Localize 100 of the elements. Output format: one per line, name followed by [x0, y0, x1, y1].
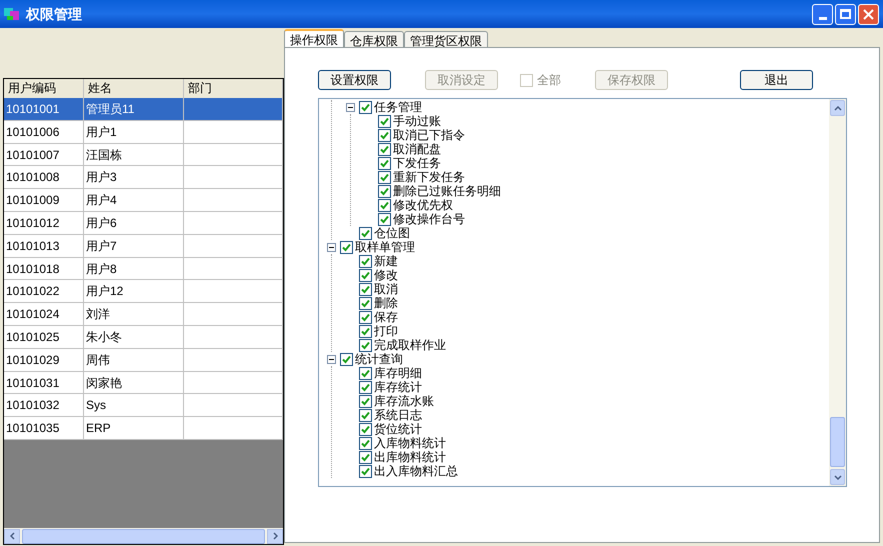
minimize-button[interactable] — [812, 4, 833, 24]
table-cell: 管理员11 — [86, 102, 134, 116]
checkbox[interactable] — [359, 226, 372, 240]
table-cell: 用户3 — [86, 170, 117, 184]
checkbox[interactable] — [359, 366, 372, 380]
tree-item[interactable]: 修改优先权 — [393, 198, 453, 212]
collapse-icon[interactable] — [327, 242, 336, 252]
checkbox[interactable] — [359, 296, 372, 310]
checkbox[interactable] — [359, 268, 372, 282]
checkbox[interactable] — [359, 338, 372, 352]
table-row[interactable]: 10101007 汪国栋 — [4, 144, 283, 166]
table-row[interactable]: 10101013 用户7 — [4, 234, 283, 258]
table-row[interactable]: 10101035 ERP — [4, 417, 283, 440]
checkbox[interactable] — [378, 142, 391, 156]
tree-item[interactable]: 任务管理 — [374, 100, 422, 114]
tree-item[interactable]: 取消已下指令 — [393, 128, 465, 142]
scroll-down-icon[interactable] — [830, 469, 845, 485]
tree-item[interactable]: 取样单管理 — [355, 240, 415, 254]
checkbox[interactable] — [359, 254, 372, 268]
table-cell: 汪国栋 — [86, 148, 122, 162]
checkbox[interactable] — [359, 310, 372, 324]
table-row[interactable]: 10101008 用户3 — [4, 166, 283, 190]
checkbox[interactable] — [378, 198, 391, 212]
tree-item[interactable]: 库存明细 — [374, 366, 422, 380]
tree-item[interactable]: 修改 — [374, 268, 398, 282]
table-row[interactable]: 10101012 用户6 — [4, 212, 283, 235]
tree-item[interactable]: 货位统计 — [374, 422, 422, 436]
tree-item[interactable]: 删除已过账任务明细 — [393, 184, 501, 198]
table-row[interactable]: 10101022 用户12 — [4, 280, 283, 304]
table-row[interactable]: 10101001 管理员11 — [4, 98, 283, 121]
checkbox[interactable] — [340, 352, 353, 366]
tree-item[interactable]: 下发任务 — [393, 156, 441, 170]
tree-item[interactable]: 系统日志 — [374, 408, 422, 422]
scrollbar-thumb[interactable] — [22, 528, 265, 544]
checkbox[interactable] — [378, 114, 391, 128]
tree-item[interactable]: 删除 — [374, 296, 398, 310]
tab[interactable]: 操作权限 — [284, 29, 344, 47]
tree-item[interactable]: 仓位图 — [374, 226, 410, 240]
scroll-left-icon[interactable] — [4, 528, 20, 544]
checkbox[interactable] — [359, 100, 372, 114]
table-cell: 10101009 — [6, 193, 60, 208]
table-row[interactable]: 10101029 周伟 — [4, 348, 283, 372]
tree-item[interactable]: 取消 — [374, 282, 398, 296]
checkbox[interactable] — [359, 324, 372, 338]
horizontal-scrollbar[interactable] — [4, 528, 283, 544]
checkbox[interactable] — [359, 380, 372, 394]
table-row[interactable]: 10101031 闵家艳 — [4, 372, 283, 394]
toolbar-button[interactable]: 设置权限 — [318, 70, 391, 90]
checkbox[interactable] — [378, 128, 391, 142]
tree-item[interactable]: 手动过账 — [393, 114, 441, 128]
table-cell: 用户8 — [86, 262, 117, 276]
tab[interactable]: 管理货区权限 — [404, 31, 488, 47]
checkbox[interactable] — [359, 394, 372, 408]
tree-item[interactable]: 入库物料统计 — [374, 436, 446, 450]
toolbar-button[interactable]: 退出 — [740, 70, 813, 90]
table-row[interactable]: 10101024 刘洋 — [4, 303, 283, 326]
vertical-scrollbar[interactable] — [829, 99, 846, 486]
tree-item[interactable]: 出库物料统计 — [374, 450, 446, 464]
checkbox[interactable] — [340, 240, 353, 254]
tree-item[interactable]: 库存统计 — [374, 380, 422, 394]
table-cell: 用户4 — [86, 193, 117, 208]
checkbox[interactable] — [359, 282, 372, 296]
checkbox[interactable] — [359, 436, 372, 450]
checkbox[interactable] — [378, 212, 391, 226]
app-icon — [4, 7, 20, 21]
collapse-icon[interactable] — [327, 354, 336, 364]
checkbox[interactable] — [359, 464, 372, 478]
checkbox[interactable] — [378, 156, 391, 170]
checkbox[interactable] — [359, 450, 372, 464]
checkbox[interactable] — [359, 408, 372, 422]
close-button[interactable] — [858, 4, 879, 24]
table-row[interactable]: 10101006 用户1 — [4, 120, 283, 144]
tree-item[interactable]: 打印 — [374, 324, 398, 338]
scroll-right-icon[interactable] — [267, 528, 283, 544]
tree-item[interactable]: 新建 — [374, 254, 398, 268]
checkbox-label: 全部 — [537, 72, 561, 89]
table-row[interactable]: 10101025 朱小冬 — [4, 326, 283, 349]
tree-item[interactable]: 取消配盘 — [393, 142, 441, 156]
table-row[interactable]: 10101032 Sys — [4, 394, 283, 418]
checkbox[interactable] — [359, 422, 372, 436]
table-row[interactable]: 10101009 用户4 — [4, 189, 283, 212]
checkbox[interactable] — [378, 184, 391, 198]
table-cell: 10101035 — [6, 421, 60, 436]
tree-item[interactable]: 保存 — [374, 310, 398, 324]
tab[interactable]: 仓库权限 — [344, 31, 404, 47]
scroll-up-icon[interactable] — [830, 100, 845, 116]
tree-item[interactable]: 修改操作台号 — [393, 212, 465, 226]
table-cell: 10101018 — [6, 262, 60, 276]
collapse-icon[interactable] — [346, 102, 355, 112]
checkbox[interactable] — [378, 170, 391, 184]
table-cell: 10101031 — [6, 376, 60, 390]
tree-item[interactable]: 统计查询 — [355, 352, 403, 366]
scrollbar-thumb[interactable] — [830, 417, 845, 467]
tree-item[interactable]: 重新下发任务 — [393, 170, 465, 184]
table-row[interactable]: 10101018 用户8 — [4, 258, 283, 280]
table-cell: 10101032 — [6, 398, 60, 412]
tree-item[interactable]: 库存流水账 — [374, 394, 434, 408]
maximize-button[interactable] — [835, 4, 856, 24]
tree-item[interactable]: 出入库物料汇总 — [374, 464, 458, 478]
tree-item[interactable]: 完成取样作业 — [374, 338, 446, 352]
